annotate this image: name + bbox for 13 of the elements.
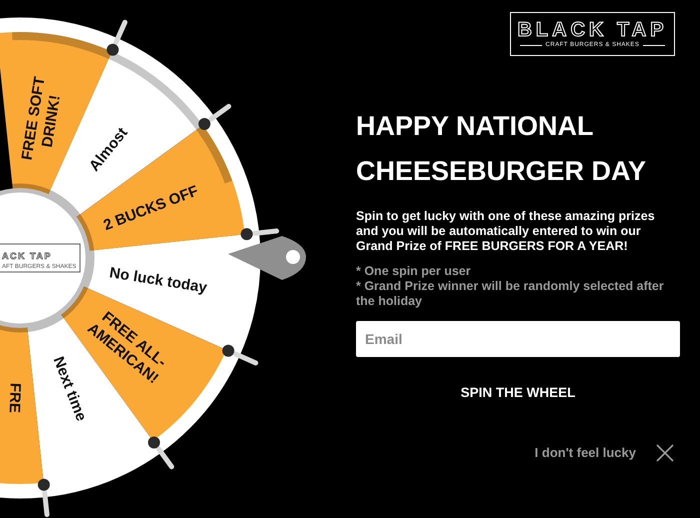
heading: HAPPY NATIONAL CHEESEBURGER DAY [356,110,648,188]
segment-label: Next time [50,354,90,424]
intro-text: Spin to get lucky with one of these amazing prizes and you will be automatically entered to win our Grand Prize of FREE BURGERS FOR A YEAR! [356,209,656,254]
email-field[interactable]: Email [356,321,680,357]
logo-name: BLACK TAP [517,18,668,40]
segment-label: FRE [6,382,24,414]
hub-logo-name: ACK TAP [2,251,52,261]
spin-button[interactable]: SPIN THE WHEEL [452,379,584,408]
note-text: * Grand Prize winner will be randomly selected after the holiday [356,279,665,309]
segment-label: No luck today [108,264,208,296]
decline-link[interactable]: I don't feel lucky [534,443,636,463]
segment-label: FREE SOFT DRINK! [18,76,64,162]
note-text: * One spin per user [356,264,472,279]
